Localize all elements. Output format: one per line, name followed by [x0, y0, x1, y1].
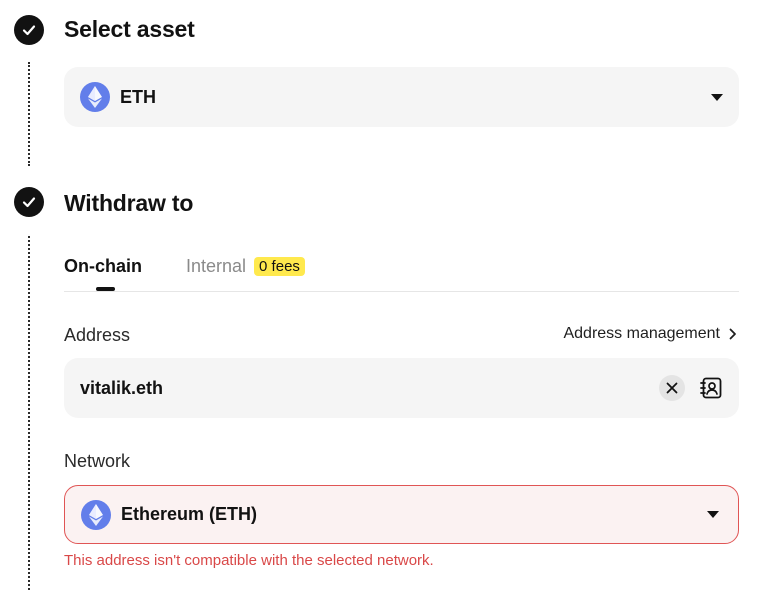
address-label: Address — [64, 325, 131, 345]
step-connector — [28, 236, 30, 590]
active-tab-indicator — [96, 287, 115, 291]
chevron-right-icon — [729, 328, 736, 340]
address-management-label: Address management — [563, 325, 720, 342]
asset-select[interactable]: ETH — [64, 67, 739, 127]
network-select[interactable]: Ethereum (ETH) — [64, 485, 739, 544]
ethereum-icon — [81, 499, 111, 530]
ethereum-icon — [80, 82, 110, 112]
chevron-down-icon[interactable] — [707, 511, 719, 518]
tab-internal[interactable]: Internal 0 fees — [186, 256, 305, 277]
clear-address-button[interactable] — [659, 375, 685, 401]
step-complete-check-icon — [14, 187, 44, 217]
network-label: Network — [64, 451, 131, 471]
zero-fees-badge: 0 fees — [254, 257, 305, 276]
tab-on-chain[interactable]: On-chain — [64, 256, 142, 277]
address-input[interactable]: vitalik.eth — [64, 358, 739, 418]
asset-select-value: ETH — [120, 86, 156, 107]
address-input-value[interactable]: vitalik.eth — [80, 378, 659, 399]
network-error-message: This address isn't compatible with the s… — [64, 552, 434, 569]
step-connector — [28, 62, 30, 166]
tab-internal-label: Internal — [186, 256, 247, 276]
chevron-down-icon[interactable] — [711, 93, 723, 101]
address-management-link[interactable]: Address management — [563, 325, 738, 343]
address-book-icon — [700, 377, 722, 399]
step-title-select-asset: Select asset — [64, 16, 195, 42]
step-title-withdraw-to: Withdraw to — [64, 190, 194, 216]
withdraw-method-tabs: On-chain Internal 0 fees — [64, 252, 739, 292]
close-icon — [666, 382, 678, 394]
address-book-button[interactable] — [699, 376, 723, 400]
network-select-value: Ethereum (ETH) — [121, 504, 258, 524]
step-complete-check-icon — [14, 15, 44, 45]
